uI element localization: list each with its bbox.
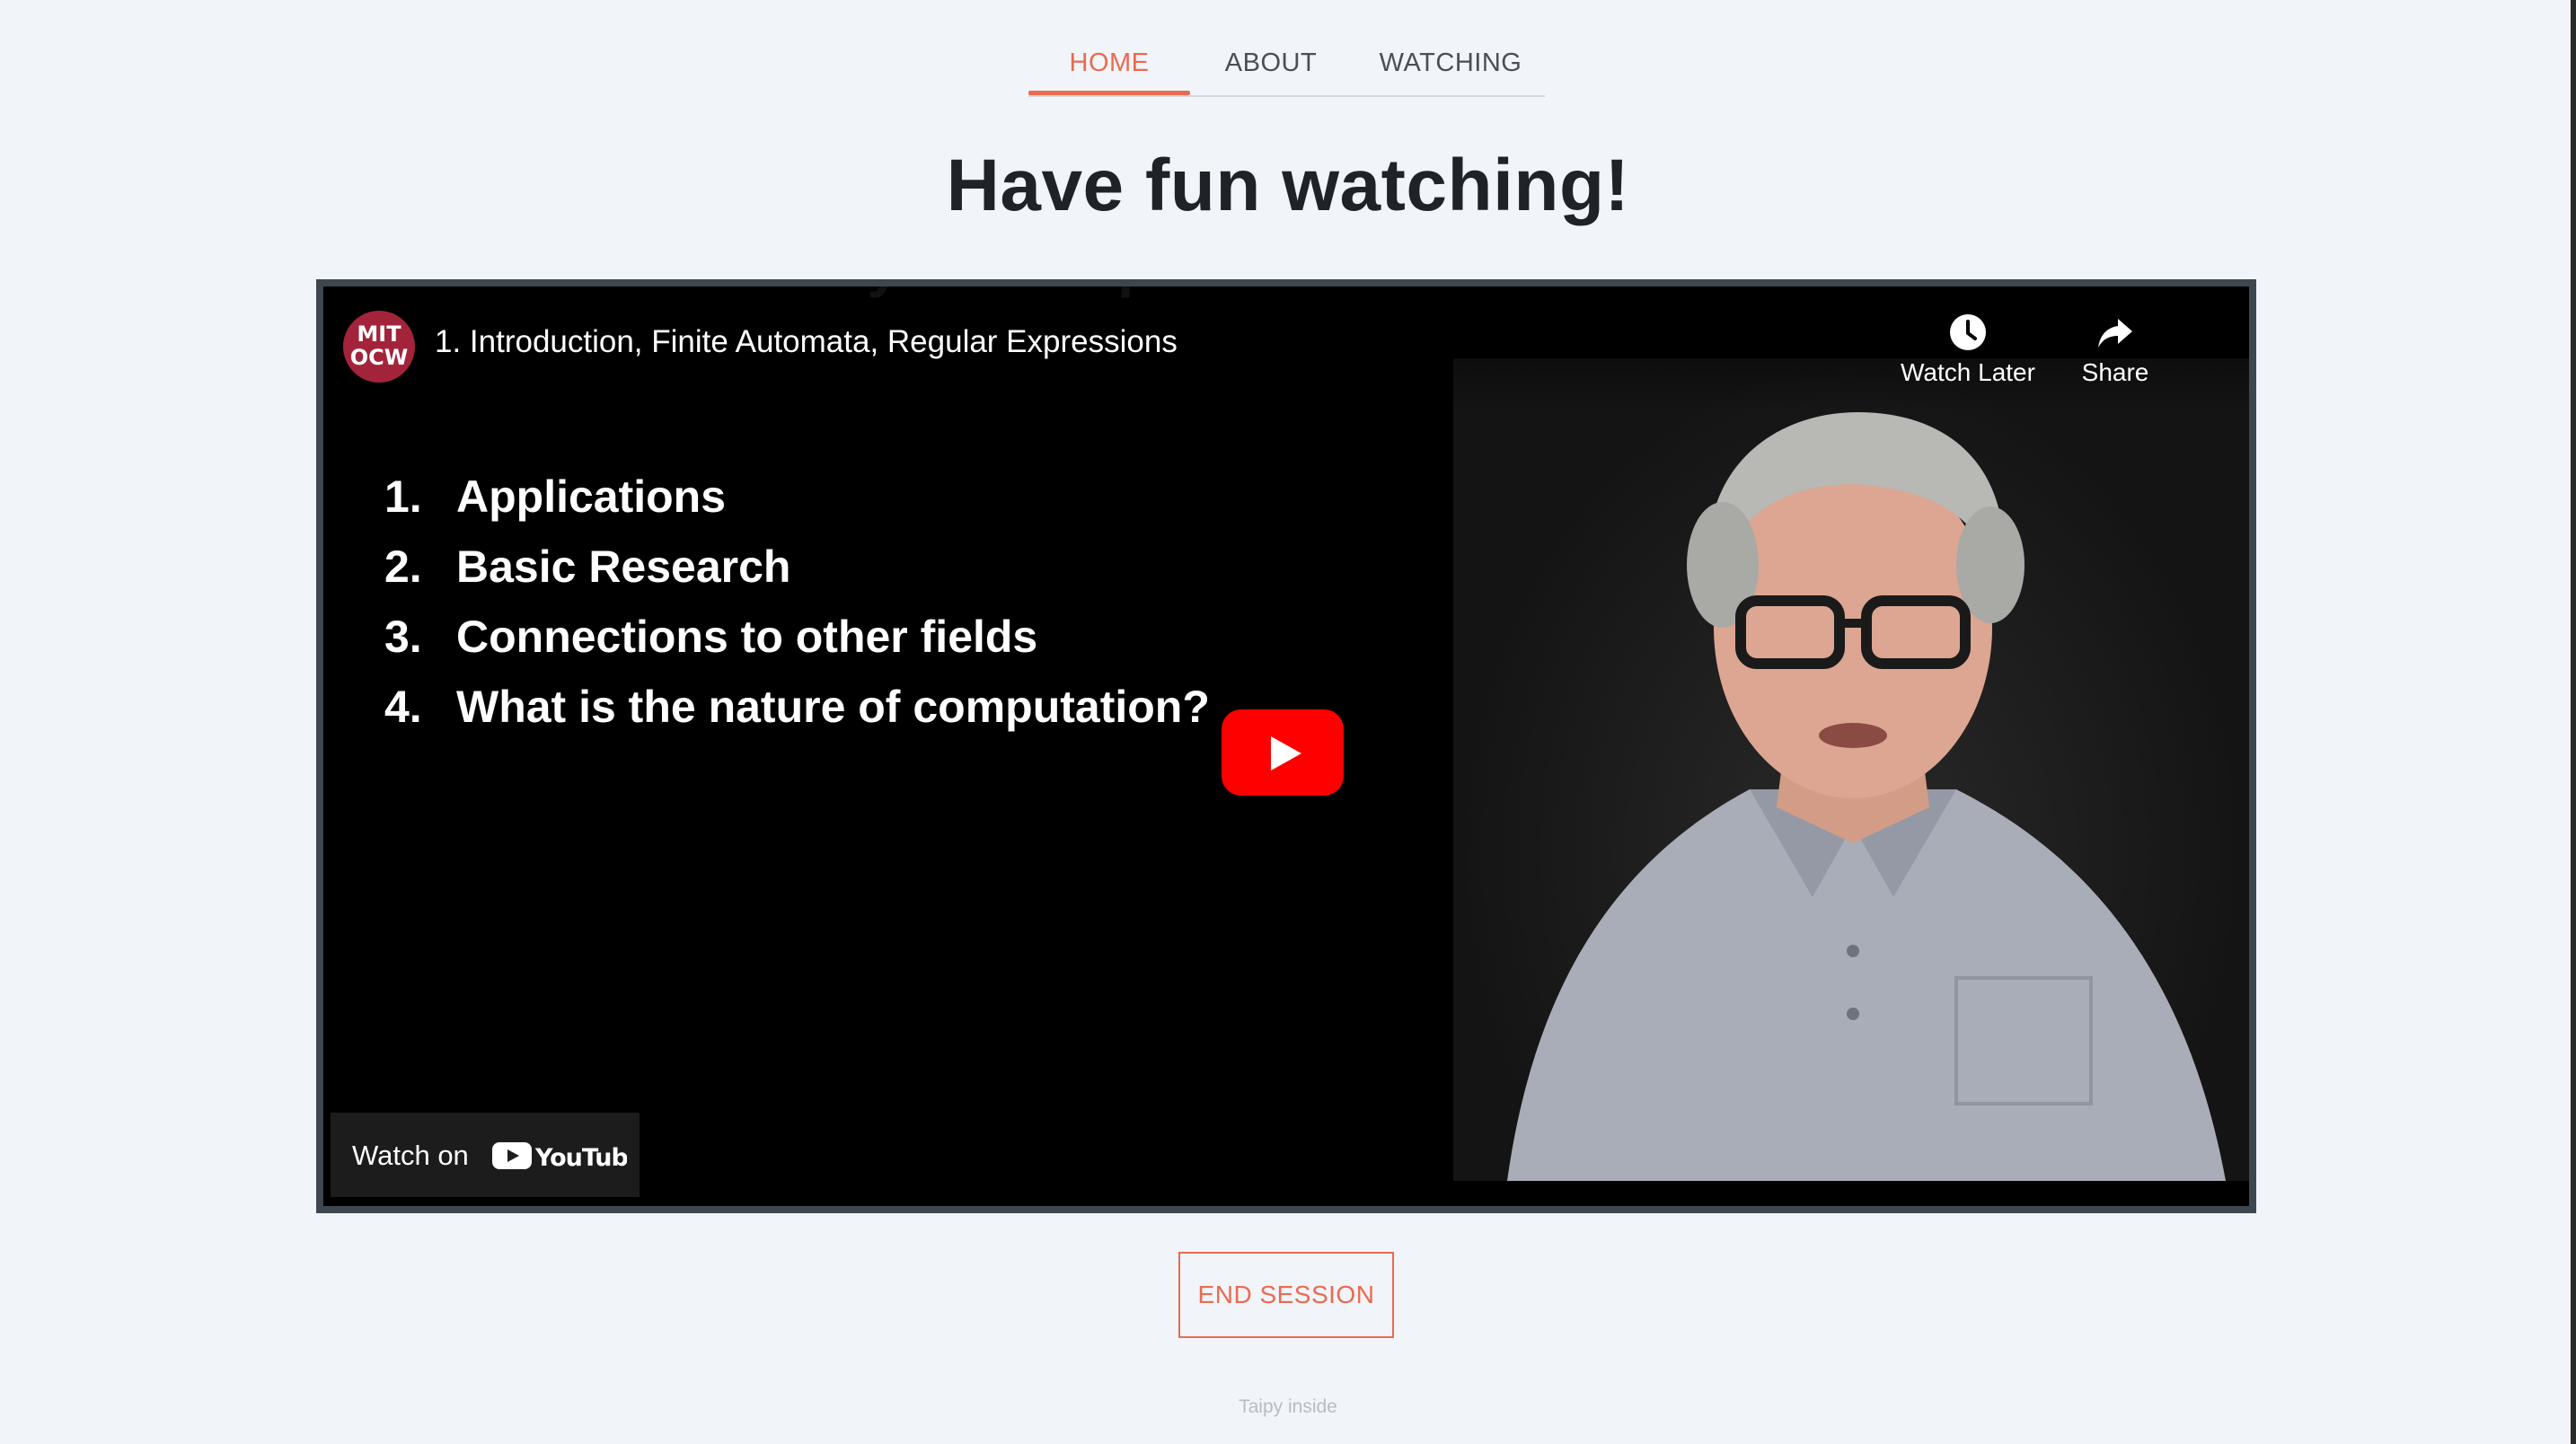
active-tab-indicator xyxy=(1028,91,1190,95)
video-title[interactable]: 1. Introduction, Finite Automata, Regula… xyxy=(435,324,1178,360)
slide-list: 1. Applications 2. Basic Research 3. Connec… xyxy=(384,462,1210,742)
watch-later-label: Watch Later xyxy=(1901,358,2035,386)
watch-later-button[interactable]: Watch Later xyxy=(1892,312,2044,387)
slide-list-item: 4. What is the nature of computation? xyxy=(384,682,1210,732)
presenter-image xyxy=(1507,412,2226,1181)
channel-logo-line-2: OCW xyxy=(349,345,409,370)
end-session-button[interactable]: END SESSION xyxy=(1178,1252,1394,1338)
share-button[interactable]: Share xyxy=(2039,312,2192,387)
watch-on-label: Watch on xyxy=(352,1140,469,1171)
nav-tab-home[interactable]: HOME xyxy=(1028,36,1190,90)
presenter-video xyxy=(1453,358,2249,1181)
share-label: Share xyxy=(2081,358,2149,386)
nav-tab-watching[interactable]: WATCHING xyxy=(1361,36,1540,90)
youtube-logo-icon: YouTube xyxy=(492,1142,627,1172)
footer-text: Taipy inside xyxy=(1239,1396,1337,1417)
nav-tab-about[interactable]: ABOUT xyxy=(1190,36,1352,90)
slide-list-item: 3. Connections to other fields xyxy=(384,612,1038,662)
share-arrow-icon xyxy=(2098,319,2132,348)
slide-list-item: 1. Applications xyxy=(384,471,727,522)
channel-logo-line-1: MIT xyxy=(357,321,401,347)
top-nav: HOME ABOUT WATCHING xyxy=(1028,22,1545,97)
play-button[interactable] xyxy=(1222,709,1344,796)
watch-on-youtube-link[interactable]: Watch on YouTube xyxy=(331,1113,640,1197)
slide-list-item: 2. Basic Research xyxy=(384,542,791,592)
youtube-wordmark: YouTube xyxy=(534,1144,627,1172)
page-title: Have fun watching! xyxy=(946,145,1630,226)
channel-logo[interactable]: MIT OCW xyxy=(343,311,415,383)
clock-icon xyxy=(1950,314,1986,350)
video-embed[interactable]: Role of Theory in Computer Science xyxy=(316,279,2256,1213)
